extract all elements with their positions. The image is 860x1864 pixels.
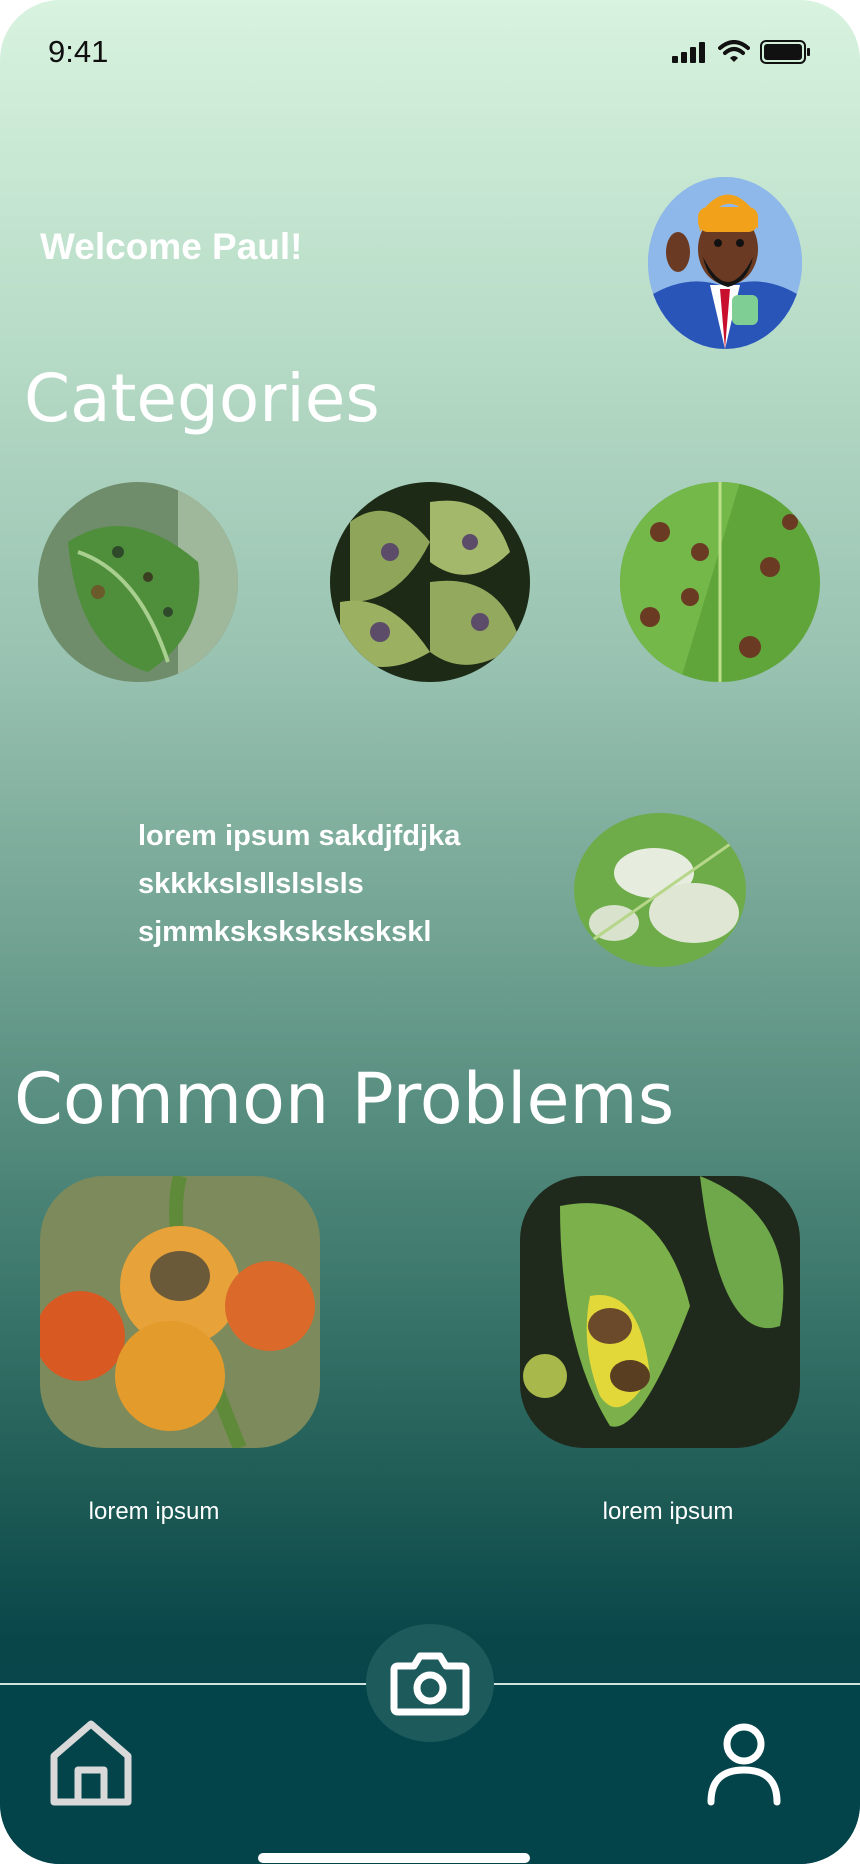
category-item-4[interactable] [574,813,746,967]
app-screen: 9:41 Welcome Paul! Categories lorem ipsu… [0,0,860,1864]
home-icon [50,1720,132,1806]
wifi-icon [718,40,750,62]
welcome-text: Welcome Paul! [40,226,303,267]
category-description: lorem ipsum sakdjfdjka skkkkslsllslslsls… [138,820,461,948]
status-icons [672,40,812,64]
problem-label-1: lorem ipsum [88,1498,220,1525]
avatar[interactable] [648,177,802,349]
camera-button[interactable] [366,1624,494,1742]
category-item-1[interactable] [38,482,238,682]
category-item-2[interactable] [330,482,530,682]
home-button[interactable] [48,1718,134,1808]
home-indicator [258,1853,530,1863]
signal-icon [672,42,705,63]
camera-icon [390,1652,470,1716]
category-item-3[interactable] [620,482,820,682]
categories-title: Categories [24,360,380,437]
battery-icon [760,40,810,64]
status-time: 9:41 [48,34,109,69]
problem-card-2[interactable] [520,1176,800,1448]
common-problems-title: Common Problems [14,1058,675,1140]
problem-label-2: lorem ipsum [602,1498,734,1525]
problem-card-1[interactable] [40,1176,320,1448]
profile-button[interactable] [706,1722,782,1808]
profile-icon [707,1723,781,1806]
